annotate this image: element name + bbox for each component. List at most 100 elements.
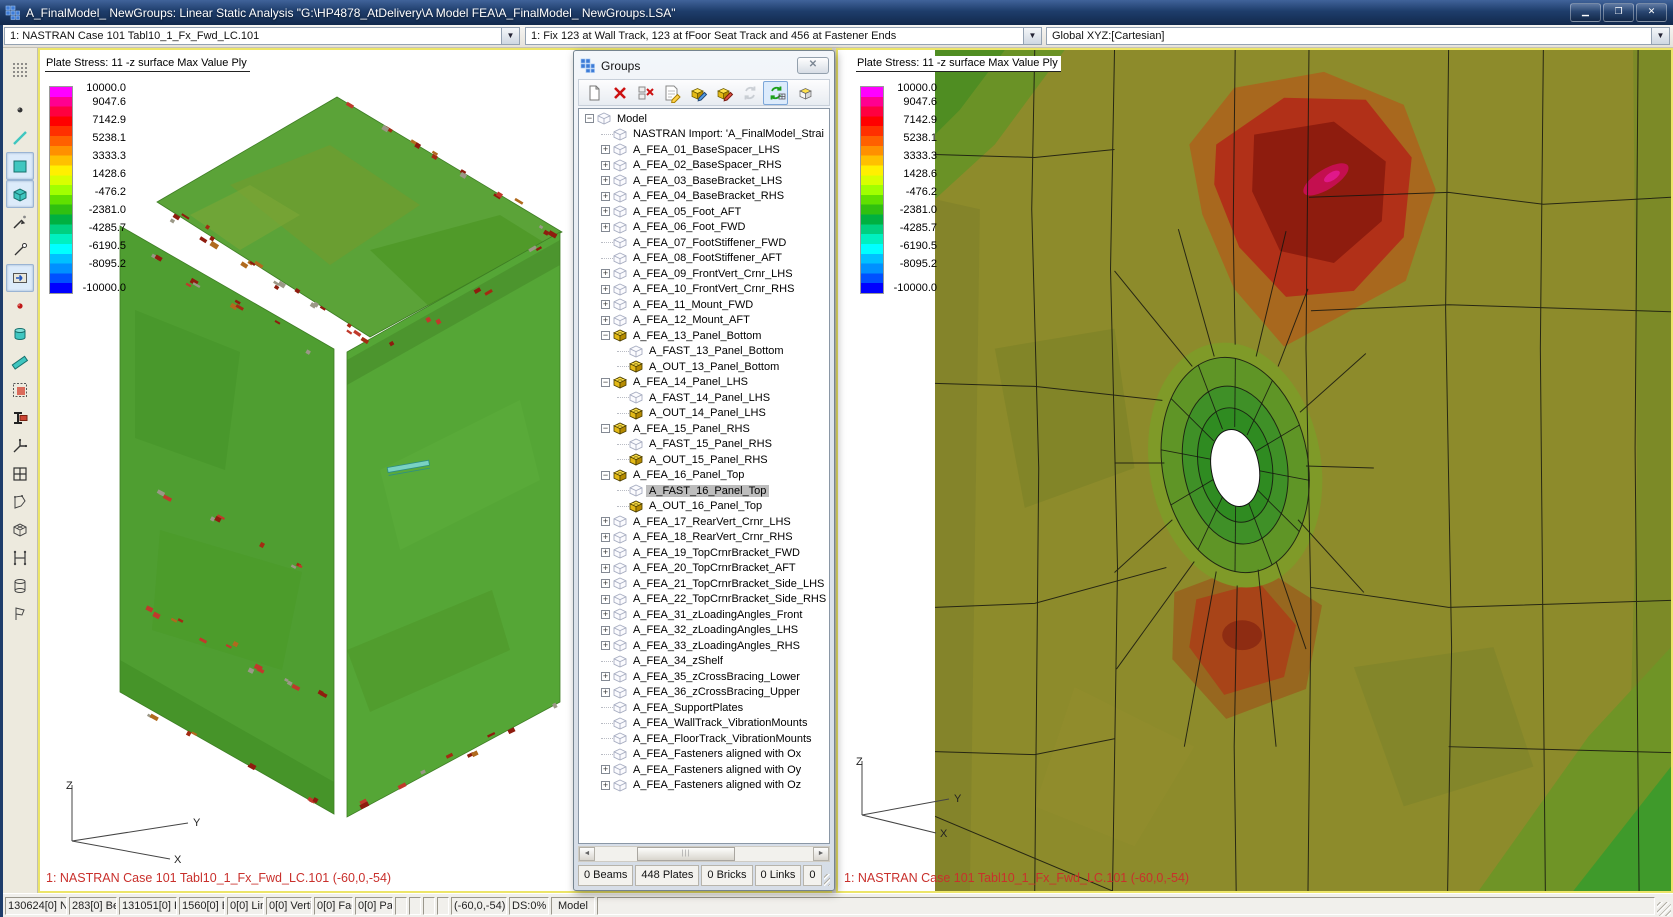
horizontal-scrollbar[interactable]: ◄ ||| ►: [578, 846, 830, 862]
minimize-button[interactable]: ▁: [1570, 3, 1601, 22]
beam-icon[interactable]: [6, 124, 34, 152]
flag-icon[interactable]: [6, 600, 34, 628]
vertex-icon[interactable]: [6, 236, 34, 264]
tree-item[interactable]: −A_FEA_15_Panel_RHS: [581, 421, 829, 437]
scroll-left-icon[interactable]: ◄: [579, 847, 595, 861]
resize-grip[interactable]: [1657, 902, 1671, 916]
face-icon[interactable]: [6, 264, 34, 292]
expand-icon[interactable]: +: [601, 672, 610, 681]
expand-icon[interactable]: +: [601, 548, 610, 557]
expand-icon[interactable]: +: [601, 223, 610, 232]
tree-item[interactable]: +A_FEA_Fasteners aligned with Oz: [581, 778, 829, 794]
new-group-icon[interactable]: [581, 81, 606, 105]
tree-item[interactable]: +A_FEA_17_RearVert_Crnr_LHS: [581, 514, 829, 530]
link-icon[interactable]: [6, 208, 34, 236]
tree-item[interactable]: −A_FEA_13_Panel_Bottom: [581, 328, 829, 344]
refresh-icon[interactable]: [737, 81, 762, 105]
tree-item[interactable]: −A_FEA_16_Panel_Top: [581, 468, 829, 484]
tree-item[interactable]: +A_FEA_04_BaseBracket_RHS: [581, 189, 829, 205]
cylinder-wire-icon[interactable]: [6, 572, 34, 600]
pipe-axes-icon[interactable]: [6, 432, 34, 460]
tree-item[interactable]: +A_FEA_05_Foot_AFT: [581, 204, 829, 220]
expand-icon[interactable]: +: [601, 610, 610, 619]
tree-item[interactable]: NASTRAN Import: 'A_FinalModel_Strai: [581, 127, 829, 143]
collapse-icon[interactable]: −: [601, 424, 610, 433]
tree-item[interactable]: A_FAST_16_Panel_Top: [581, 483, 829, 499]
expand-icon[interactable]: +: [601, 641, 610, 650]
expand-icon[interactable]: +: [601, 564, 610, 573]
expand-icon[interactable]: +: [601, 533, 610, 542]
plate-icon[interactable]: [6, 152, 34, 180]
tree-item[interactable]: +A_FEA_22_TopCrnrBracket_Side_RHS: [581, 592, 829, 608]
coordinate-system-dropdown[interactable]: Global XYZ:[Cartesian] ▼: [1046, 27, 1670, 45]
tree-item[interactable]: A_OUT_13_Panel_Bottom: [581, 359, 829, 375]
patch-icon[interactable]: [6, 348, 34, 376]
tree-item[interactable]: A_FAST_13_Panel_Bottom: [581, 344, 829, 360]
node-red-icon[interactable]: [6, 292, 34, 320]
maximize-button[interactable]: ❐: [1603, 3, 1634, 22]
tree-item[interactable]: −A_FEA_14_Panel_LHS: [581, 375, 829, 391]
cylinder-icon[interactable]: [6, 320, 34, 348]
add-to-group-icon[interactable]: [685, 81, 710, 105]
tree-item[interactable]: A_OUT_14_Panel_LHS: [581, 406, 829, 422]
expand-icon[interactable]: +: [601, 145, 610, 154]
scroll-right-icon[interactable]: ►: [813, 847, 829, 861]
tree-item[interactable]: +A_FEA_01_BaseSpacer_LHS: [581, 142, 829, 158]
tree-item[interactable]: +A_FEA_Fasteners aligned with Oy: [581, 762, 829, 778]
window-grid-icon[interactable]: [6, 460, 34, 488]
tree-item[interactable]: +A_FEA_12_Mount_AFT: [581, 313, 829, 329]
expand-icon[interactable]: +: [601, 765, 610, 774]
groups-window-titlebar[interactable]: Groups ✕: [574, 51, 834, 77]
tree-item[interactable]: A_FAST_15_Panel_RHS: [581, 437, 829, 453]
tree-item[interactable]: A_FEA_FloorTrack_VibrationMounts: [581, 731, 829, 747]
tree-item[interactable]: +A_FEA_06_Foot_FWD: [581, 220, 829, 236]
collapse-icon[interactable]: −: [601, 471, 610, 480]
delete-group-icon[interactable]: [607, 81, 632, 105]
auto-refresh-icon[interactable]: [763, 81, 788, 105]
tree-item[interactable]: +A_FEA_02_BaseSpacer_RHS: [581, 158, 829, 174]
chevron-down-icon[interactable]: ▼: [1651, 28, 1669, 44]
tree-item[interactable]: +A_FEA_36_zCrossBracing_Upper: [581, 685, 829, 701]
expand-icon[interactable]: +: [601, 579, 610, 588]
ibeam-icon[interactable]: [6, 404, 34, 432]
freedom-case-dropdown[interactable]: 1: Fix 123 at Wall Track, 123 at fFoor S…: [525, 27, 1042, 45]
select-plates-icon[interactable]: [6, 376, 34, 404]
groups-window[interactable]: Groups ✕ −ModelNASTRAN Import: 'A_FinalM…: [573, 50, 835, 891]
select-nodes-icon[interactable]: [6, 56, 34, 84]
remove-from-group-icon[interactable]: [711, 81, 736, 105]
resize-grip[interactable]: [824, 874, 830, 886]
tree-item[interactable]: +A_FEA_11_Mount_FWD: [581, 297, 829, 313]
tree-item[interactable]: +A_FEA_10_FrontVert_Crnr_RHS: [581, 282, 829, 298]
delete-empty-groups-icon[interactable]: [633, 81, 658, 105]
tree-item[interactable]: +A_FEA_21_TopCrnrBracket_Side_LHS: [581, 576, 829, 592]
tree-item[interactable]: +A_FEA_09_FrontVert_Crnr_LHS: [581, 266, 829, 282]
detail-viewport[interactable]: Plate Stress: 11 -z surface Max Value Pl…: [836, 48, 1673, 893]
group-display-icon[interactable]: [793, 81, 818, 105]
frame-icon[interactable]: [6, 544, 34, 572]
load-case-dropdown[interactable]: 1: NASTRAN Case 101 Tabl10_1_Fx_Fwd_LC.1…: [4, 27, 520, 45]
tree-item[interactable]: +A_FEA_20_TopCrnrBracket_AFT: [581, 561, 829, 577]
brick-icon[interactable]: [6, 180, 34, 208]
node-icon[interactable]: [6, 96, 34, 124]
chevron-down-icon[interactable]: ▼: [1023, 28, 1041, 44]
tree-item[interactable]: A_FAST_14_Panel_LHS: [581, 390, 829, 406]
tree-item[interactable]: +A_FEA_19_TopCrnrBracket_FWD: [581, 545, 829, 561]
tree-item[interactable]: +A_FEA_35_zCrossBracing_Lower: [581, 669, 829, 685]
expand-icon[interactable]: +: [601, 300, 610, 309]
expand-icon[interactable]: +: [601, 207, 610, 216]
groups-tree[interactable]: −ModelNASTRAN Import: 'A_FinalModel_Stra…: [578, 108, 830, 844]
tree-item[interactable]: A_FEA_34_zShelf: [581, 654, 829, 670]
collapse-icon[interactable]: −: [585, 114, 594, 123]
expand-icon[interactable]: +: [601, 269, 610, 278]
expand-icon[interactable]: +: [601, 316, 610, 325]
tree-item[interactable]: A_OUT_16_Panel_Top: [581, 499, 829, 515]
tree-item[interactable]: A_OUT_15_Panel_RHS: [581, 452, 829, 468]
expand-icon[interactable]: +: [601, 192, 610, 201]
expand-icon[interactable]: +: [601, 688, 610, 697]
polygon-icon[interactable]: [6, 488, 34, 516]
expand-icon[interactable]: +: [601, 161, 610, 170]
tree-item[interactable]: A_FEA_SupportPlates: [581, 700, 829, 716]
close-button[interactable]: ✕: [1636, 3, 1667, 22]
expand-icon[interactable]: +: [601, 595, 610, 604]
import-groups-icon[interactable]: [659, 81, 684, 105]
